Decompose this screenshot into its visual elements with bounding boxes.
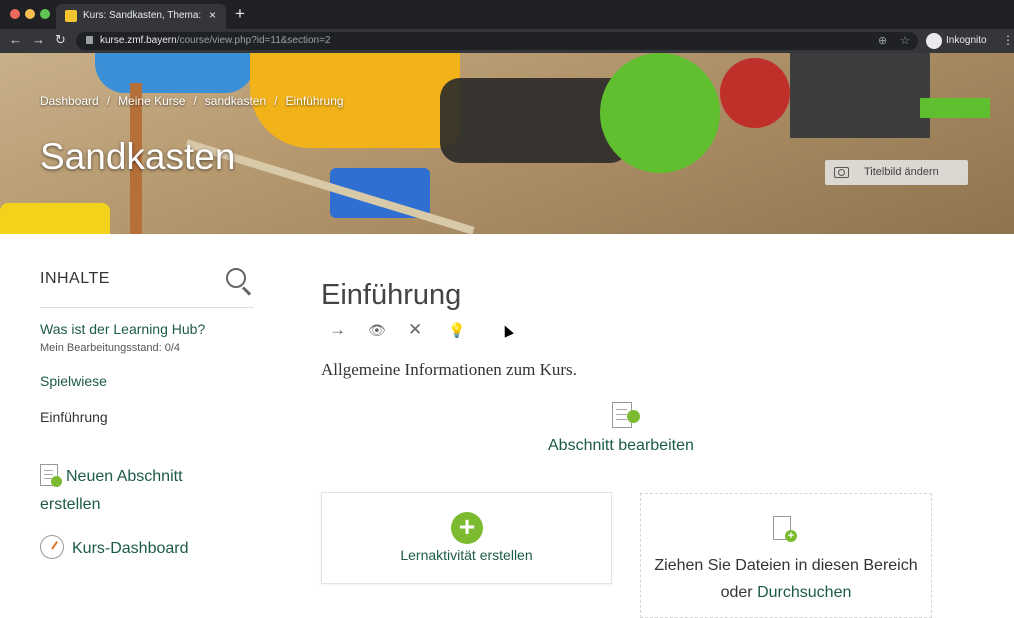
delete-x-icon[interactable]: ✕: [408, 320, 422, 340]
highlight-bulb-icon[interactable]: 💡: [448, 322, 465, 339]
breadcrumb: Dashboard / Meine Kurse / sandkasten / Einführ…: [40, 94, 344, 108]
sidebar-divider: [40, 307, 254, 308]
tab-title: Kurs: Sandkasten, Thema: Einführung: [83, 10, 203, 21]
gauge-icon: [40, 535, 64, 559]
toy-shape: [720, 58, 790, 128]
browser-toolbar: ← → ↻ kurse.zmf.bayern/course/view.php?i…: [0, 29, 1014, 53]
back-arrow-icon[interactable]: ←: [9, 32, 22, 47]
close-window-button[interactable]: [10, 9, 20, 19]
pencil-badge-icon: [51, 476, 62, 487]
sidebar-heading: INHALTE: [40, 270, 110, 287]
camera-icon: [834, 167, 849, 178]
section-summary: Allgemeine Informationen zum Kurs.: [321, 360, 577, 379]
sidebar-item-spielwiese[interactable]: Spielwiese: [40, 373, 107, 389]
zoom-icon[interactable]: ⊕: [878, 34, 887, 47]
course-header-image: Dashboard / Meine Kurse / sandkasten / Einführ…: [0, 53, 1014, 234]
tab-close-icon[interactable]: ×: [209, 8, 216, 22]
toy-shape: [920, 98, 990, 118]
address-bar[interactable]: kurse.zmf.bayern/course/view.php?id=11&s…: [76, 32, 918, 50]
course-title: Sandkasten: [40, 136, 236, 177]
breadcrumb-course[interactable]: sandkasten: [205, 94, 266, 108]
plus-badge-icon: +: [785, 530, 797, 542]
toy-shape: [790, 53, 930, 138]
url-path: /course/view.php?id=11&section=2: [176, 35, 331, 46]
new-section-icon: [40, 464, 62, 487]
bookmark-star-icon[interactable]: ☆: [900, 34, 910, 47]
edit-section-icon[interactable]: [612, 402, 640, 428]
lock-icon: [86, 36, 93, 44]
sidebar-item-learning-hub[interactable]: Was ist der Learning Hub?: [40, 321, 205, 337]
new-section-link[interactable]: Neuen Abschnitt erstellen: [40, 463, 240, 519]
toy-shape: [95, 53, 255, 93]
browser-tab-bar: Kurs: Sandkasten, Thema: Einführung × +: [0, 0, 1014, 29]
incognito-label[interactable]: Inkognito: [946, 35, 987, 46]
add-activity-label: Lernaktivität erstellen: [400, 547, 533, 563]
section-title: Einführung: [321, 279, 462, 311]
url-text: kurse.zmf.bayern/course/view.php?id=11&s…: [100, 35, 331, 46]
minimize-window-button[interactable]: [25, 9, 35, 19]
breadcrumb-my-courses[interactable]: Meine Kurse: [118, 94, 185, 108]
pencil-badge-icon: [627, 410, 640, 423]
forward-arrow-icon[interactable]: →: [32, 32, 45, 47]
url-host: kurse.zmf.bayern: [100, 35, 177, 46]
course-dashboard-label: Kurs-Dashboard: [72, 540, 189, 557]
change-title-image-button[interactable]: Titelbild ändern: [825, 160, 968, 185]
breadcrumb-dashboard[interactable]: Dashboard: [40, 94, 99, 108]
breadcrumb-separator: /: [274, 94, 278, 108]
breadcrumb-separator: /: [193, 94, 197, 108]
toy-shape: [0, 203, 110, 234]
add-activity-card[interactable]: + Lernaktivität erstellen: [321, 492, 612, 584]
toy-shape: [600, 53, 720, 173]
edit-section-link[interactable]: Abschnitt bearbeiten: [548, 437, 694, 455]
maximize-window-button[interactable]: [40, 9, 50, 19]
search-icon[interactable]: [226, 268, 246, 288]
breadcrumb-section[interactable]: Einführung: [286, 94, 344, 108]
course-dashboard-link[interactable]: Kurs-Dashboard: [40, 535, 189, 563]
favicon-icon: [65, 10, 77, 22]
new-tab-icon[interactable]: +: [235, 4, 245, 24]
dropzone-text: Ziehen Sie Dateien in diesen Bereich ode…: [641, 552, 931, 606]
sidebar-item-progress: Mein Bearbeitungsstand: 0/4: [40, 342, 181, 354]
change-title-image-label: Titelbild ändern: [864, 166, 939, 178]
upload-file-icon: +: [773, 516, 797, 542]
add-circle-icon: +: [451, 512, 483, 544]
breadcrumb-separator: /: [106, 94, 111, 108]
reload-icon[interactable]: ↻: [55, 32, 66, 48]
browser-menu-icon[interactable]: ⋮: [1002, 33, 1014, 47]
move-arrow-icon[interactable]: →: [329, 320, 346, 340]
browse-link[interactable]: Durchsuchen: [757, 584, 851, 601]
file-dropzone[interactable]: + Ziehen Sie Dateien in diesen Bereich o…: [640, 493, 932, 618]
browser-tab[interactable]: Kurs: Sandkasten, Thema: Einführung ×: [56, 4, 226, 29]
visibility-eye-icon[interactable]: 👁: [368, 322, 386, 339]
new-section-label: Neuen Abschnitt erstellen: [40, 468, 183, 513]
incognito-icon: [926, 33, 942, 49]
sidebar-item-einfuehrung[interactable]: Einführung: [40, 409, 108, 425]
mouse-cursor-icon: [500, 323, 514, 338]
